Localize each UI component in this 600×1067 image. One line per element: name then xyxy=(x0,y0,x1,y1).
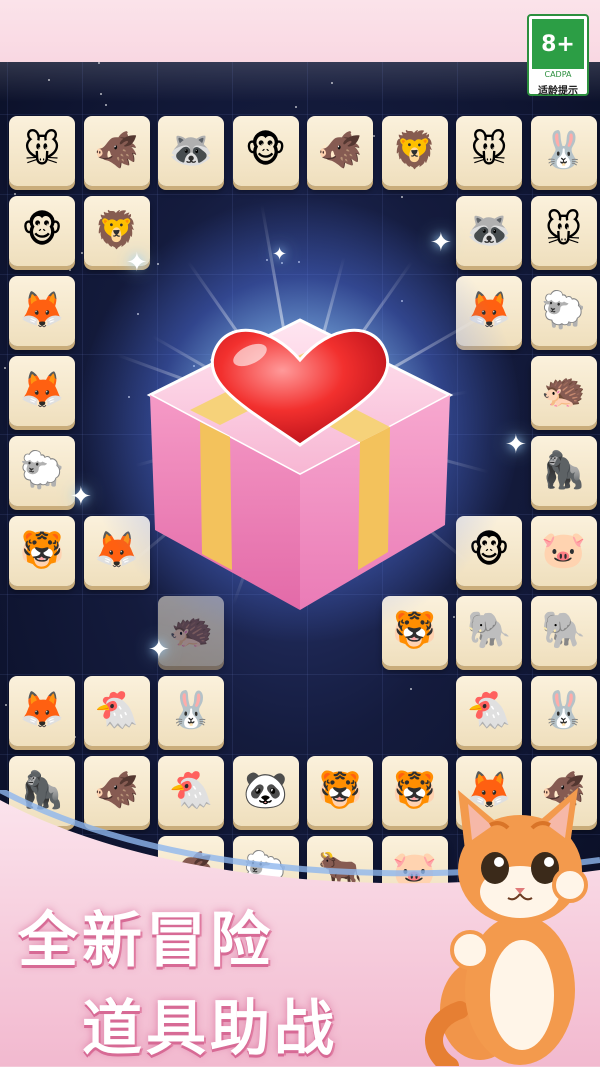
animal-icon: 🐗 xyxy=(317,130,363,171)
board-tile[interactable]: 🦔 xyxy=(530,356,597,426)
board-tile[interactable]: 🐗 xyxy=(307,116,373,186)
sparkle-icon: ✦ xyxy=(70,482,92,512)
star-dot xyxy=(48,79,50,81)
animal-icon: 🐔 xyxy=(94,690,139,731)
board-tile[interactable]: 🐭 xyxy=(456,116,522,186)
board-tile[interactable]: 🐭 xyxy=(530,196,597,266)
board-tile[interactable]: 🐰 xyxy=(530,676,597,746)
age-rating-org: CADPA xyxy=(544,70,572,79)
star-dot xyxy=(100,93,102,95)
animal-icon: 🦊 xyxy=(19,290,65,331)
sparkle-icon: ✦ xyxy=(272,244,288,265)
board-tile[interactable]: 🐵 xyxy=(9,196,75,266)
star-dot xyxy=(331,82,333,84)
star-dot xyxy=(14,193,16,195)
animal-icon: 🦝 xyxy=(168,130,214,171)
animal-icon: 🦊 xyxy=(19,690,65,731)
age-rating-caption: 适龄提示 xyxy=(538,86,578,97)
star-dot xyxy=(5,704,7,706)
board-tile[interactable]: 🐗 xyxy=(83,116,150,186)
star-dot xyxy=(373,135,375,137)
animal-icon: 🐔 xyxy=(466,690,512,731)
animal-icon: 🦊 xyxy=(19,370,65,411)
slogan-line-2: 道具助战 xyxy=(82,994,338,1064)
animal-icon: 🐰 xyxy=(541,690,586,731)
animal-icon: 🦁 xyxy=(392,130,437,171)
board-tile[interactable]: 🐯 xyxy=(9,516,75,586)
animal-icon: 🐘 xyxy=(541,610,586,651)
age-rating-badge: 8+ CADPA 适龄提示 xyxy=(527,14,589,97)
animal-icon: 🦍 xyxy=(541,450,586,491)
board-tile[interactable]: 🐘 xyxy=(530,596,597,666)
cat-mascot xyxy=(425,788,588,1066)
board-tile[interactable]: 🦝 xyxy=(158,116,224,186)
board-tile[interactable]: 🦍 xyxy=(530,436,597,506)
board-tile[interactable]: 🦊 xyxy=(9,676,75,746)
animal-icon: 🐷 xyxy=(541,530,586,571)
star-dot xyxy=(98,62,100,64)
sparkle-icon: ✦ xyxy=(430,228,452,258)
board-tile[interactable]: 🐘 xyxy=(456,596,522,666)
sparkle-icon: ✦ xyxy=(126,248,148,278)
animal-icon: 🐑 xyxy=(19,450,65,491)
star-dot xyxy=(69,269,71,271)
star-dot xyxy=(81,252,83,254)
board-tile[interactable]: 🦊 xyxy=(9,356,75,426)
board-tile[interactable]: 🦊 xyxy=(9,276,75,346)
star-dot xyxy=(410,688,412,690)
animal-icon: 🐵 xyxy=(21,210,63,251)
animal-icon: 🐭 xyxy=(470,130,508,171)
animal-icon: 🐗 xyxy=(94,130,139,171)
animal-icon: 🦁 xyxy=(94,210,139,251)
sparkle-icon: ✦ xyxy=(505,430,527,460)
star-dot xyxy=(295,106,297,108)
board-tile[interactable]: 🐔 xyxy=(456,676,522,746)
age-rating-label: 8+ xyxy=(532,19,584,69)
star-dot xyxy=(4,367,6,369)
board-tile[interactable]: 🐑 xyxy=(9,436,75,506)
animal-icon: 🐰 xyxy=(541,130,586,171)
sparkle-icon: ✦ xyxy=(148,635,170,665)
board-tile[interactable]: 🐑 xyxy=(530,276,597,346)
animal-icon: 🐑 xyxy=(541,290,586,331)
board-tile[interactable]: 🐰 xyxy=(158,676,224,746)
animal-icon: 🐭 xyxy=(544,210,583,251)
slogan-line-1: 全新冒险 xyxy=(18,906,274,976)
animal-icon: 🐵 xyxy=(244,130,287,171)
animal-icon: 🐘 xyxy=(466,610,512,651)
animal-icon: 🦝 xyxy=(466,210,512,251)
board-tile[interactable]: 🐷 xyxy=(530,516,597,586)
star-dot xyxy=(401,196,403,198)
board-tile[interactable]: 🦁 xyxy=(381,116,448,186)
animal-icon: 🐰 xyxy=(168,690,214,731)
animal-icon: 🦔 xyxy=(541,370,586,411)
board-tile[interactable]: 🐰 xyxy=(530,116,597,186)
board-tile[interactable]: 🐵 xyxy=(232,116,299,186)
animal-icon: 🐯 xyxy=(19,530,65,571)
board-tile[interactable]: 🦝 xyxy=(456,196,522,266)
animal-icon: 🐭 xyxy=(23,130,61,171)
star-dot xyxy=(105,104,107,106)
board-tile[interactable]: 🐭 xyxy=(9,116,75,186)
gift-box-heart-icon[interactable] xyxy=(140,290,460,620)
board-tile[interactable]: 🐔 xyxy=(83,676,150,746)
